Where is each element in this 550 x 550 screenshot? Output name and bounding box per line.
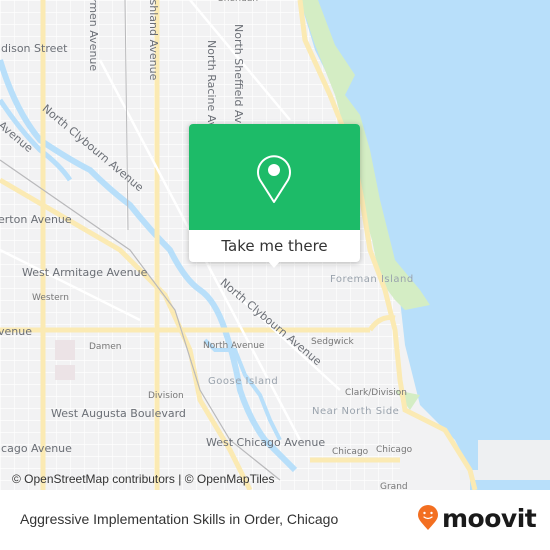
popup-pointer — [267, 260, 281, 268]
place-title: Aggressive Implementation Skills in Orde… — [20, 511, 339, 527]
station-label-sheridan: Sheridan — [218, 0, 258, 4]
station-label-western: Western — [32, 293, 69, 303]
moovit-wordmark: moovit — [442, 503, 537, 533]
popup-header — [189, 124, 360, 230]
area-label-goose-island: Goose Island — [208, 376, 279, 387]
station-label-chicago-1: Chicago — [332, 447, 369, 457]
street-label-addison: ldison Street — [0, 42, 68, 55]
moovit-pin-icon — [418, 505, 438, 530]
station-label-damen: Damen — [89, 342, 122, 352]
area-label-foreman-island: Foreman Island — [330, 274, 414, 285]
street-label-augusta-boulevard: West Augusta Boulevard — [51, 407, 186, 420]
station-label-north-avenue: North Avenue — [203, 341, 265, 351]
street-label-chicago-avenue-west: icago Avenue — [0, 442, 72, 455]
street-label-damen-avenue: rmen Avenue — [87, 0, 100, 72]
street-label-fullerton-avenue: erton Avenue — [0, 213, 72, 226]
station-label-division: Division — [148, 391, 184, 401]
station-label-clark-division: Clark/Division — [345, 388, 407, 398]
street-label-ashland-avenue: Ashland Avenue — [147, 0, 160, 81]
station-label-chicago-2: Chicago — [376, 445, 413, 455]
take-me-there-button[interactable]: Take me there — [189, 230, 360, 262]
street-label-armitage-avenue: West Armitage Avenue — [22, 266, 148, 279]
footer: Aggressive Implementation Skills in Orde… — [0, 490, 550, 550]
street-label-north-avenue-west: venue — [0, 325, 32, 338]
station-label-sedgwick: Sedgwick — [311, 337, 354, 347]
location-pin-icon — [257, 155, 291, 203]
street-label-west-chicago-avenue: West Chicago Avenue — [206, 436, 326, 449]
map-attribution[interactable]: © OpenStreetMap contributors | © OpenMap… — [12, 472, 274, 486]
map[interactable]: ldison Street rmen Avenue Ashland Avenue… — [0, 0, 550, 490]
location-popup: Take me there — [189, 124, 360, 268]
station-label-grand: Grand — [380, 482, 408, 490]
moovit-logo[interactable]: moovit — [417, 503, 537, 533]
area-label-near-north-side: Near North Side — [312, 406, 400, 417]
